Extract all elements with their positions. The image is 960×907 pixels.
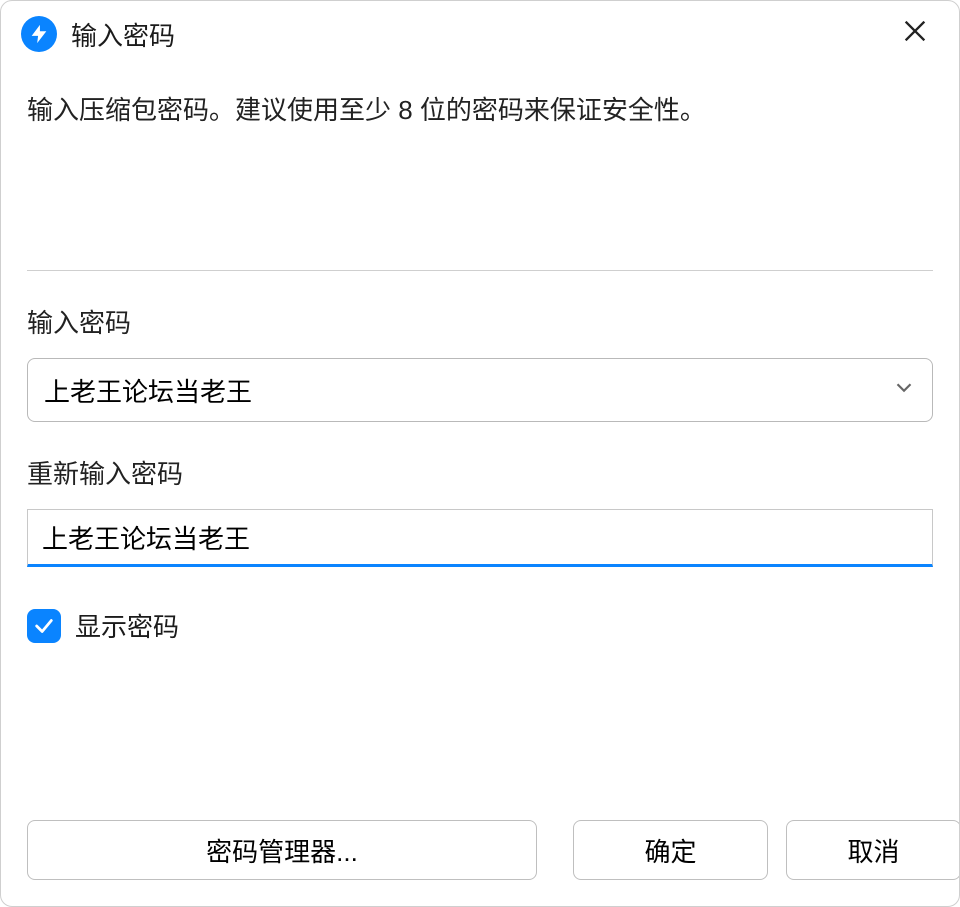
confirm-password-input[interactable]: [27, 509, 933, 567]
password-dialog: 输入密码 输入压缩包密码。建议使用至少 8 位的密码来保证安全性。 输入密码 重…: [0, 0, 960, 907]
show-password-checkbox[interactable]: [27, 609, 61, 643]
divider: [27, 270, 933, 271]
app-icon: [21, 16, 57, 52]
password-combo[interactable]: [27, 358, 933, 422]
ok-button[interactable]: 确定: [573, 820, 768, 880]
dialog-title: 输入密码: [71, 16, 175, 53]
password-manager-button[interactable]: 密码管理器...: [27, 820, 537, 880]
show-password-row[interactable]: 显示密码: [27, 607, 933, 644]
confirm-password-label: 重新输入密码: [27, 454, 933, 491]
dialog-body: 输入压缩包密码。建议使用至少 8 位的密码来保证安全性。 输入密码 重新输入密码…: [1, 61, 959, 802]
titlebar: 输入密码: [1, 1, 959, 61]
show-password-label: 显示密码: [75, 607, 179, 644]
instruction-text: 输入压缩包密码。建议使用至少 8 位的密码来保证安全性。: [27, 91, 933, 130]
cancel-button[interactable]: 取消: [786, 820, 960, 880]
close-icon[interactable]: [891, 13, 939, 55]
dialog-footer: 密码管理器... 确定 取消: [1, 802, 959, 906]
password-input[interactable]: [27, 358, 933, 422]
password-label: 输入密码: [27, 303, 933, 340]
